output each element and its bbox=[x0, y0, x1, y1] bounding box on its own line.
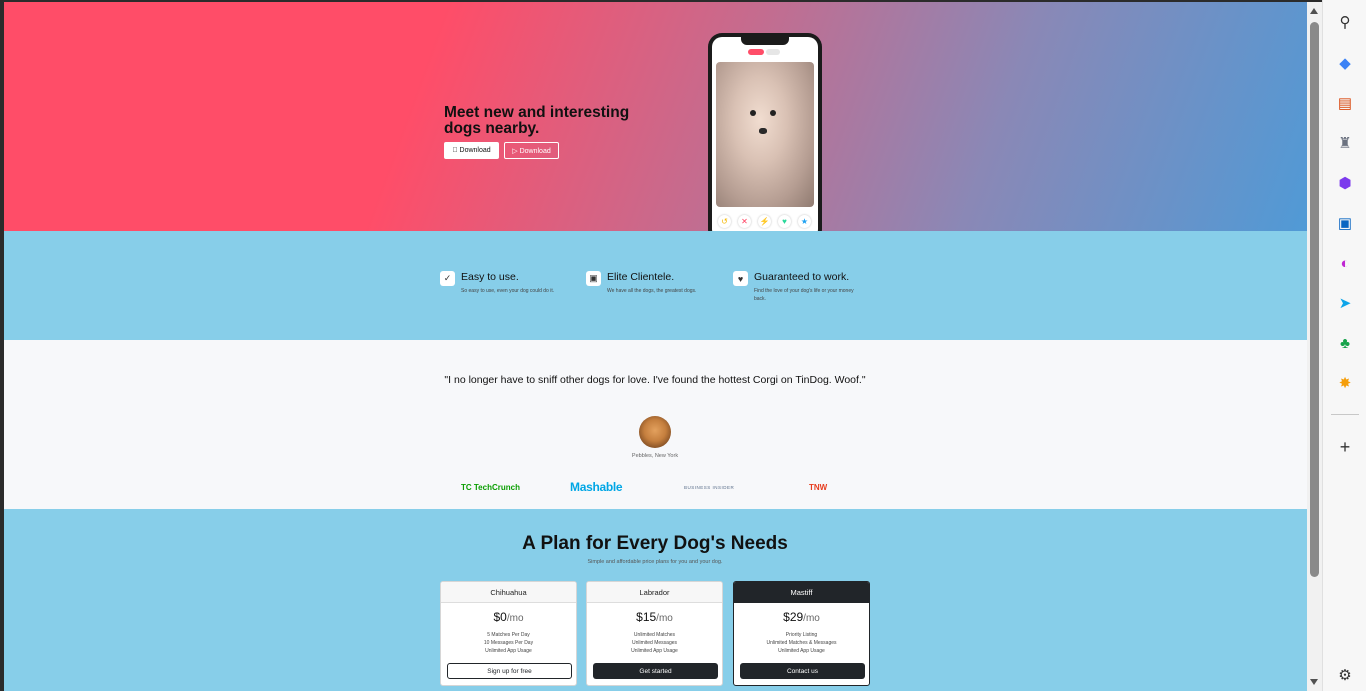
plan-price: $29/mo bbox=[734, 610, 869, 624]
plan-price: $15/mo bbox=[587, 610, 722, 624]
hero-title: Meet new and interesting dogs nearby. bbox=[444, 105, 664, 137]
check-circle-icon: ✓ bbox=[440, 271, 455, 286]
get-started-button[interactable]: Get started bbox=[593, 663, 718, 679]
boost-icon: ⚡ bbox=[758, 215, 771, 228]
rewind-icon: ↺ bbox=[718, 215, 731, 228]
graduation-cap-icon: ▣ bbox=[586, 271, 601, 286]
mashable-logo: Mashable bbox=[570, 480, 623, 494]
game-icon[interactable]: ✸ bbox=[1335, 373, 1355, 393]
dog-nose bbox=[759, 128, 767, 134]
scroll-up-icon[interactable] bbox=[1310, 8, 1318, 14]
outlook-icon[interactable]: ▣ bbox=[1335, 213, 1355, 233]
feature-title: Elite Clientele. bbox=[607, 271, 675, 283]
plan-price: $0/mo bbox=[441, 610, 576, 624]
scroll-down-icon[interactable] bbox=[1310, 679, 1318, 685]
plan-feature: Unlimited App Usage bbox=[778, 648, 825, 654]
close-icon: ✕ bbox=[738, 215, 751, 228]
page-scrollbar[interactable] bbox=[1307, 2, 1322, 691]
business-insider-logo: BUSINESS INSIDER bbox=[684, 484, 735, 490]
phone-notch bbox=[741, 37, 789, 45]
designer-icon[interactable]: ◐ bbox=[1335, 253, 1355, 273]
hero-title-line1: Meet new and interesting bbox=[444, 104, 630, 121]
sign-up-free-button[interactable]: Sign up for free bbox=[447, 663, 572, 679]
plan-feature: Priority Listing bbox=[785, 632, 818, 638]
plan-card-labrador: Labrador $15/mo Unlimited Matches Unlimi… bbox=[586, 581, 723, 686]
plan-name: Mastiff bbox=[734, 582, 869, 603]
testimonial-author: Pebbles, New York bbox=[631, 453, 679, 459]
feature-desc: So easy to use, even your dog could do i… bbox=[461, 288, 555, 294]
plan-feature: Unlimited Messages bbox=[631, 640, 678, 646]
tag-icon[interactable]: ◆ bbox=[1335, 53, 1355, 73]
apple-download-button[interactable]:  Download bbox=[444, 142, 499, 159]
pricing-subtitle: Simple and affordable price plans for yo… bbox=[587, 559, 723, 565]
pricing-title: A Plan for Every Dog's Needs bbox=[522, 533, 788, 554]
pricing-section: A Plan for Every Dog's Needs Simple and … bbox=[4, 509, 1307, 691]
plan-feature: 5 Matches Per Day bbox=[487, 632, 530, 638]
techcrunch-logo: TC TechCrunch bbox=[461, 482, 520, 492]
feature-title: Easy to use. bbox=[461, 271, 519, 283]
send-icon[interactable]: ➤ bbox=[1335, 293, 1355, 313]
plan-feature: Unlimited Matches & Messages bbox=[766, 640, 837, 646]
phone-mockup: ↺ ✕ ⚡ ♥ ★ bbox=[708, 33, 822, 231]
feature-title: Guaranteed to work. bbox=[754, 271, 850, 283]
browser-window: Meet new and interesting dogs nearby.  … bbox=[0, 0, 1366, 691]
plan-card-mastiff: Mastiff $29/mo Priority Listing Unlimite… bbox=[733, 581, 870, 686]
features-section: ✓ Easy to use. So easy to use, even your… bbox=[4, 231, 1307, 340]
star-icon: ★ bbox=[798, 215, 811, 228]
plan-feature: Unlimited App Usage bbox=[631, 648, 678, 654]
plan-price-value: $29 bbox=[783, 610, 804, 624]
phone-screen: ↺ ✕ ⚡ ♥ ★ bbox=[712, 37, 818, 231]
sidebar-divider bbox=[1331, 414, 1359, 415]
testimonial-section: "I no longer have to sniff other dogs fo… bbox=[4, 340, 1307, 509]
feature-desc: We have all the dogs, the greatest dogs. bbox=[607, 288, 697, 294]
copilot-icon[interactable]: ⬢ bbox=[1335, 173, 1355, 193]
plan-feature: Unlimited App Usage bbox=[485, 648, 532, 654]
phone-other-pill bbox=[766, 49, 780, 55]
hero-section: Meet new and interesting dogs nearby.  … bbox=[4, 2, 1307, 231]
plan-card-chihuahua: Chihuahua $0/mo 5 Matches Per Day 10 Mes… bbox=[440, 581, 577, 686]
plan-name: Chihuahua bbox=[441, 582, 576, 603]
toolbox-icon[interactable]: ▤ bbox=[1335, 93, 1355, 113]
page-viewport: Meet new and interesting dogs nearby.  … bbox=[4, 2, 1307, 691]
scrollbar-thumb[interactable] bbox=[1310, 22, 1319, 577]
plan-feature: 10 Messages Per Day bbox=[483, 640, 534, 646]
tnw-logo: TNW bbox=[809, 482, 828, 492]
search-icon[interactable]: ⚲ bbox=[1335, 12, 1355, 32]
avatar bbox=[639, 416, 671, 448]
add-icon[interactable]: + bbox=[1335, 437, 1355, 457]
dog-right-eye bbox=[770, 110, 776, 116]
dog-left-eye bbox=[750, 110, 756, 116]
phone-flame-pill bbox=[748, 49, 764, 55]
plan-price-period: /mo bbox=[803, 613, 820, 624]
testimonial-quote: "I no longer have to sniff other dogs fo… bbox=[444, 374, 866, 386]
plan-name: Labrador bbox=[587, 582, 722, 603]
plan-price-period: /mo bbox=[506, 613, 524, 624]
plan-price-value: $15 bbox=[636, 610, 657, 624]
feature-desc: Find the love of your dog's life or your… bbox=[754, 288, 854, 302]
browser-sidebar: ⚲ ◆ ▤ ♜ ⬢ ▣ ◐ ➤ ♣ ✸ + ⚙ bbox=[1322, 0, 1366, 691]
heart-icon: ♥ bbox=[778, 215, 791, 228]
google-play-download-button[interactable]: ▷ Download bbox=[504, 142, 559, 159]
plan-feature: Unlimited Matches bbox=[633, 632, 676, 638]
hero-title-line2: dogs nearby. bbox=[444, 120, 540, 137]
chess-icon[interactable]: ♜ bbox=[1335, 133, 1355, 153]
contact-us-button[interactable]: Contact us bbox=[740, 663, 865, 679]
settings-icon[interactable]: ⚙ bbox=[1335, 665, 1355, 685]
heart-icon: ♥ bbox=[733, 271, 748, 286]
plan-price-period: /mo bbox=[656, 613, 673, 624]
dog-photo bbox=[716, 62, 814, 207]
tree-icon[interactable]: ♣ bbox=[1335, 333, 1355, 353]
plan-price-value: $0 bbox=[493, 610, 507, 624]
